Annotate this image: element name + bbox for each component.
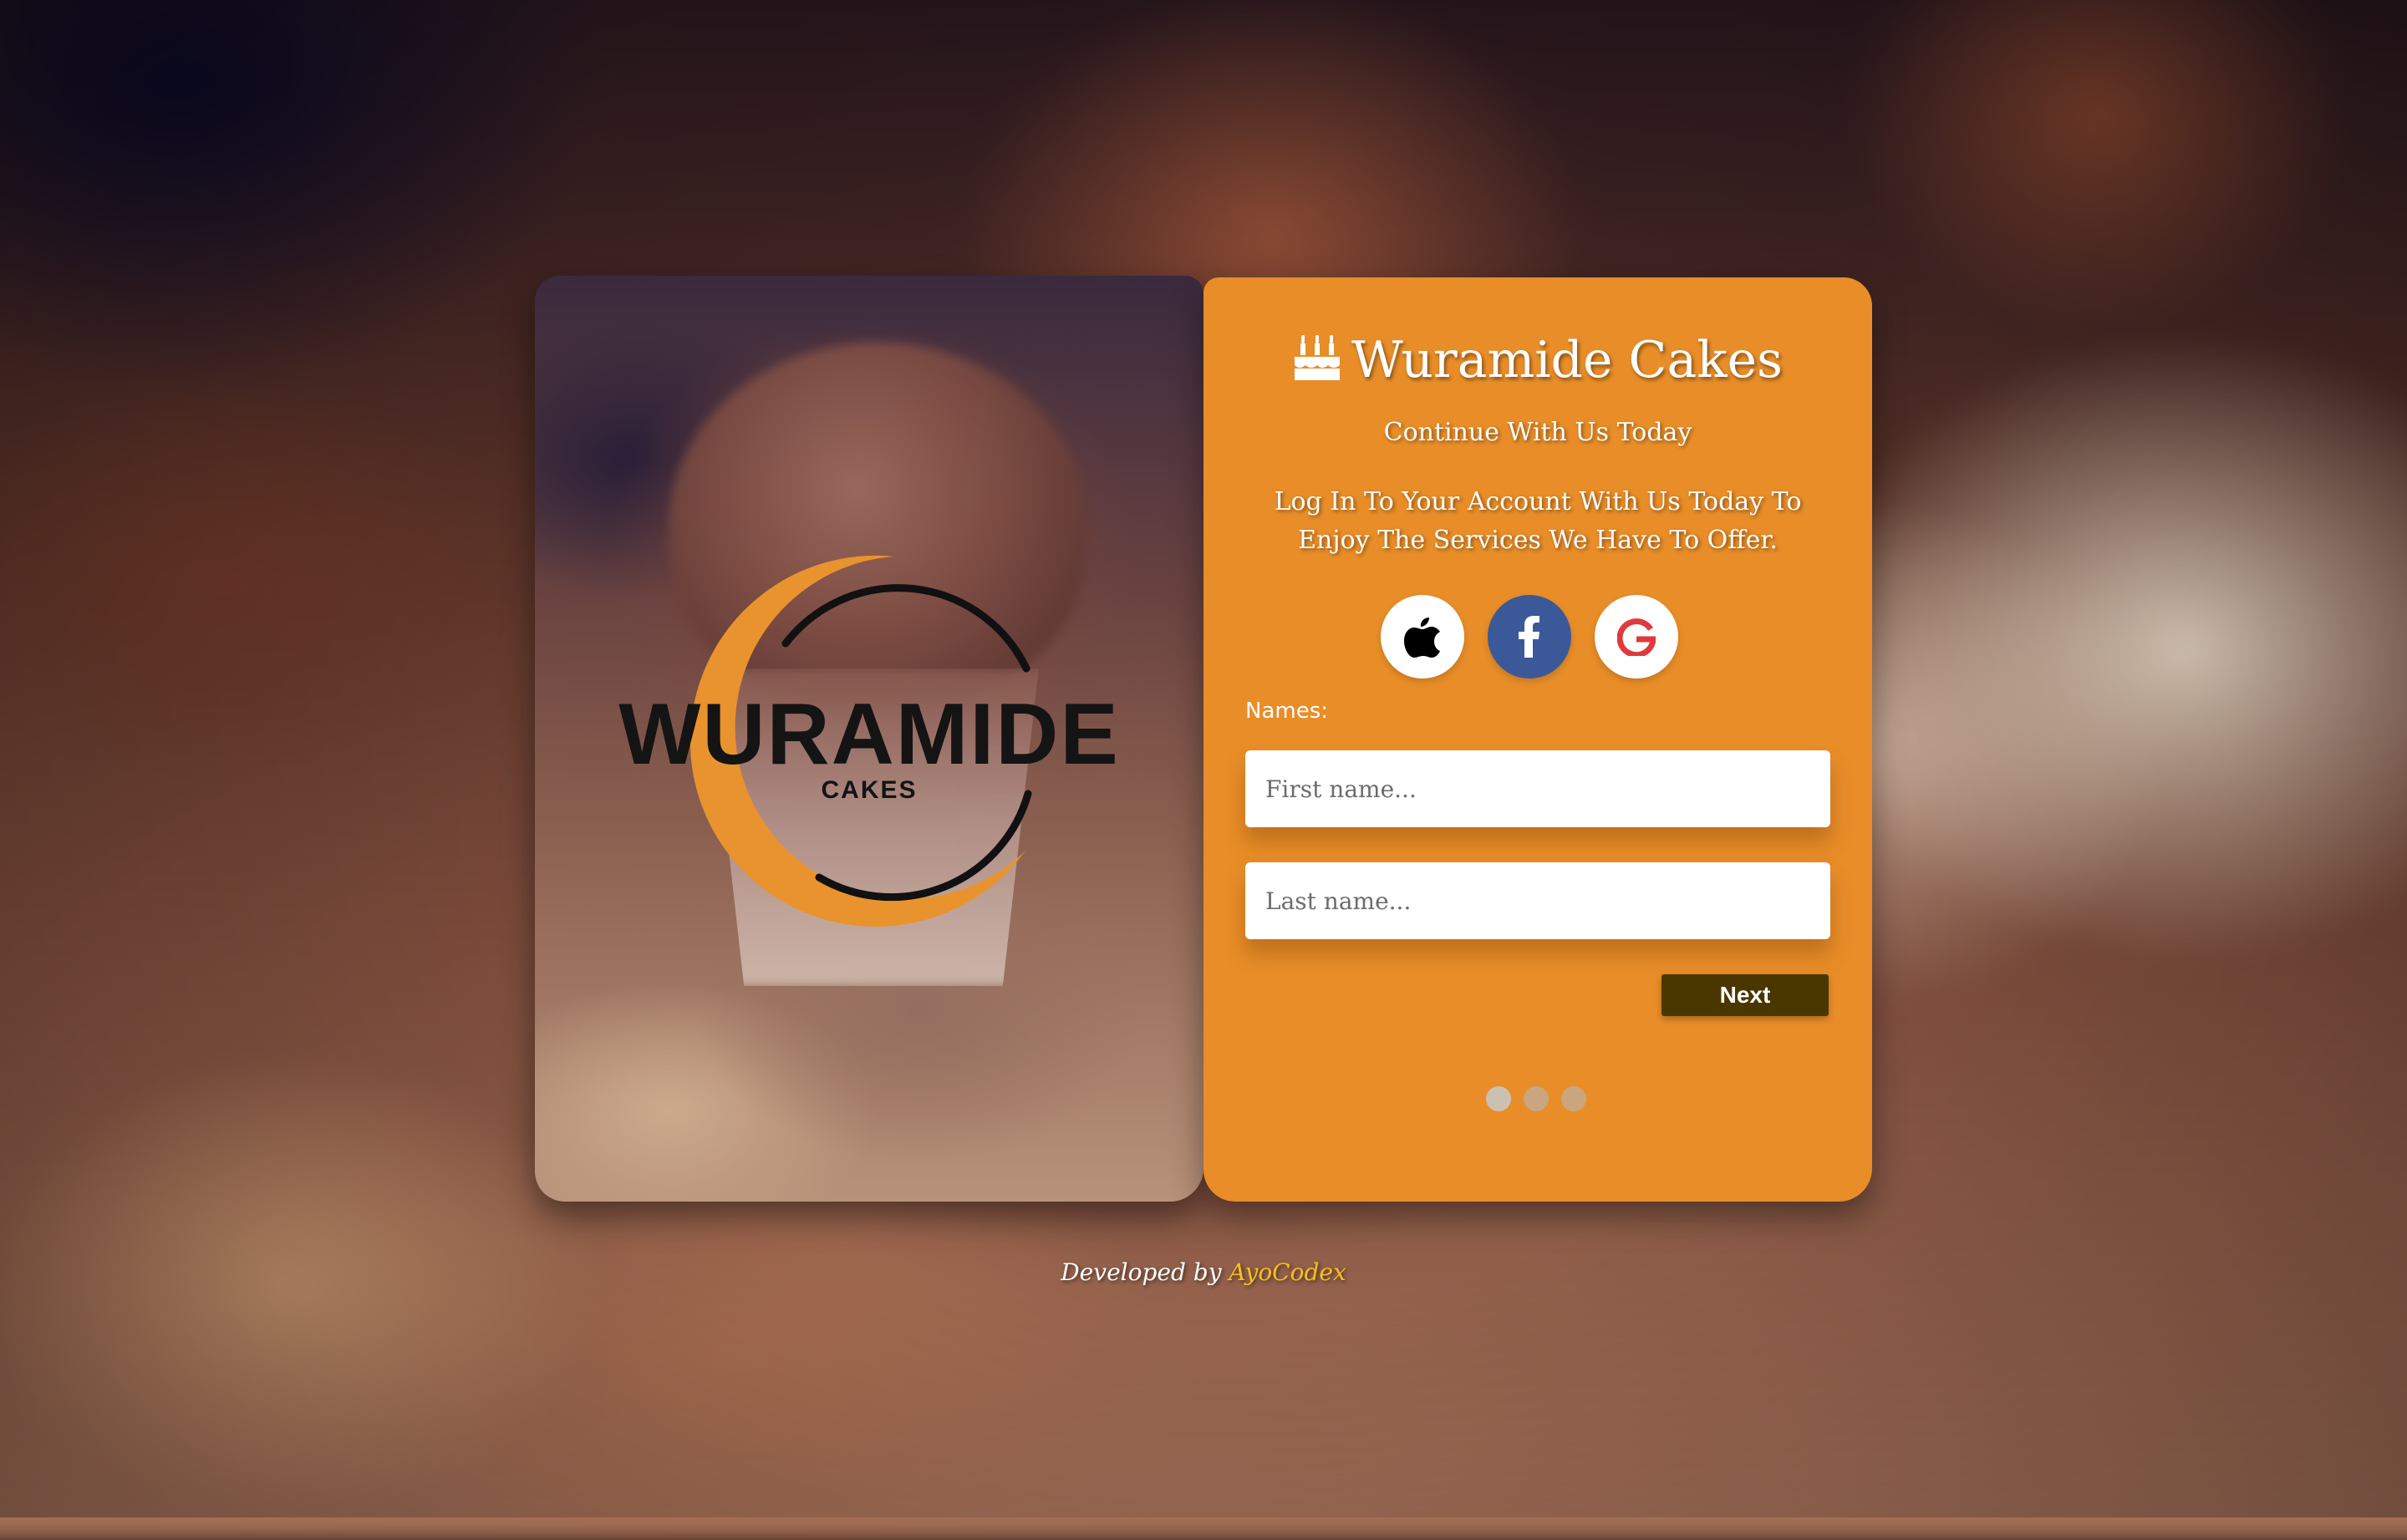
facebook-login-button[interactable] — [1488, 595, 1571, 679]
footer-credit: Developed by AyoCodex — [0, 1258, 2407, 1286]
logo-black-arc-top — [781, 584, 1030, 673]
facebook-icon — [1519, 616, 1539, 658]
step-dot-1 — [1486, 1086, 1511, 1111]
birthday-cake-icon — [1293, 333, 1341, 394]
next-button[interactable]: Next — [1661, 974, 1829, 1016]
brand-title-text: Wuramide Cakes — [1351, 331, 1783, 389]
last-name-input[interactable] — [1245, 862, 1830, 939]
step-dot-2 — [1524, 1086, 1549, 1111]
google-login-button[interactable] — [1595, 595, 1678, 679]
step-indicator — [1486, 1086, 1586, 1111]
brand-title: Wuramide Cakes — [1204, 331, 1872, 394]
social-login-row — [1381, 595, 1678, 679]
logo-text: WURAMIDE — [618, 686, 1119, 783]
brand-image-panel: WURAMIDE CAKES — [535, 276, 1204, 1202]
login-form-card: Wuramide Cakes Continue With Us Today Lo… — [1204, 277, 1872, 1202]
apple-icon — [1404, 618, 1440, 658]
footer-author-link[interactable]: AyoCodex — [1229, 1258, 1346, 1286]
brand-logo: WURAMIDE CAKES — [618, 555, 1119, 927]
first-name-input[interactable] — [1245, 750, 1830, 827]
step-dot-3 — [1561, 1086, 1586, 1111]
names-label: Names: — [1245, 699, 1329, 724]
form-description: Log In To Your Account With Us Today To … — [1274, 487, 1802, 555]
footer-prefix: Developed by — [1061, 1258, 1222, 1286]
logo-subtext: CAKES — [821, 776, 917, 804]
google-icon — [1617, 618, 1656, 656]
apple-login-button[interactable] — [1381, 595, 1464, 679]
form-subtitle: Continue With Us Today — [1383, 418, 1692, 447]
